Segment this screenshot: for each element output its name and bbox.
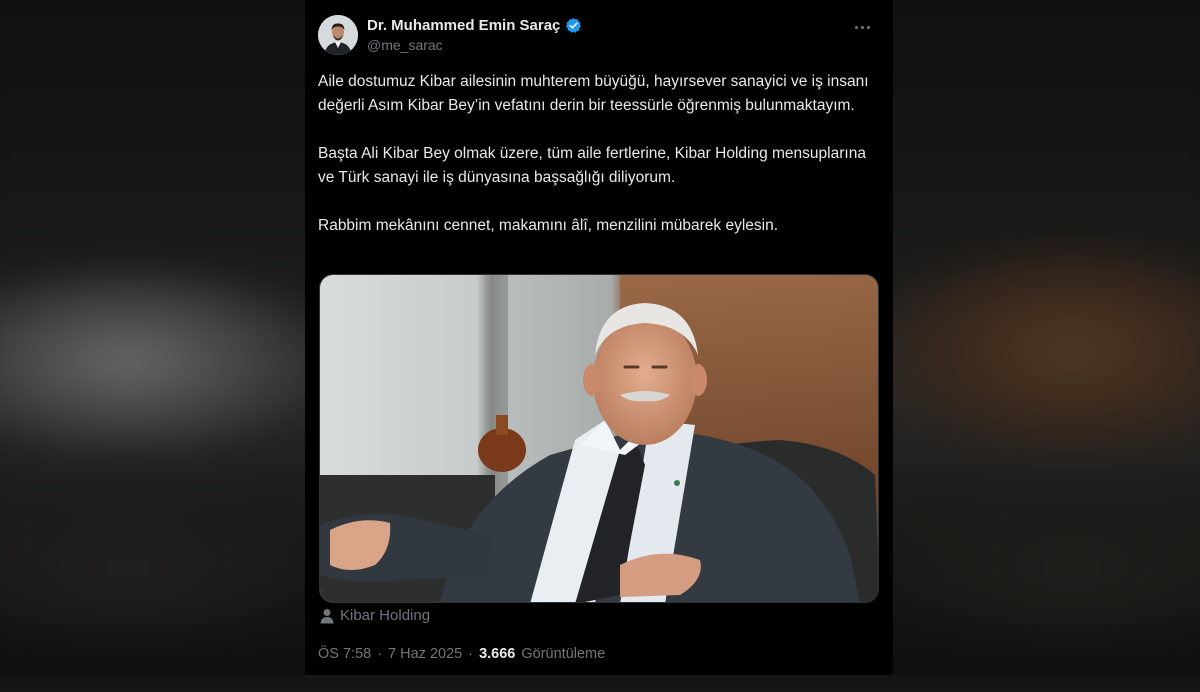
tweet-paragraph: Aile dostumuz Kibar ailesinin muhterem b… [318, 73, 869, 114]
verified-badge-icon [565, 17, 582, 34]
author-name[interactable]: Dr. Muhammed Emin Saraç [367, 17, 560, 34]
tweet-card: Dr. Muhammed Emin Saraç @me_sarac Aile d… [305, 0, 893, 675]
person-icon [320, 608, 334, 624]
media-tag[interactable]: Kibar Holding [320, 607, 430, 624]
tweet-text: Aile dostumuz Kibar ailesinin muhterem b… [318, 70, 878, 238]
views-count[interactable]: 3.666 [479, 646, 515, 662]
tweet-time[interactable]: ÖS 7:58 [318, 646, 371, 662]
tweet-paragraph: Başta Ali Kibar Bey olmak üzere, tüm ail… [318, 145, 866, 186]
author-handle[interactable]: @me_sarac [367, 37, 443, 53]
tweet-date[interactable]: 7 Haz 2025 [388, 646, 462, 662]
tweet-meta: ÖS 7:58 · 7 Haz 2025 · 3.666 Görüntüleme [318, 646, 605, 662]
tweet-header: Dr. Muhammed Emin Saraç @me_sarac [318, 15, 878, 55]
avatar[interactable] [318, 15, 358, 55]
tweet-paragraph: Rabbim mekânını cennet, makamını âlî, me… [318, 217, 779, 234]
name-row: Dr. Muhammed Emin Saraç [367, 17, 582, 34]
meta-separator: · [377, 646, 383, 662]
media-tag-label: Kibar Holding [340, 607, 431, 624]
views-label: Görüntüleme [521, 646, 606, 662]
meta-separator: · [468, 646, 474, 662]
tweet-photo[interactable] [319, 274, 879, 603]
more-options-icon[interactable] [848, 17, 876, 37]
